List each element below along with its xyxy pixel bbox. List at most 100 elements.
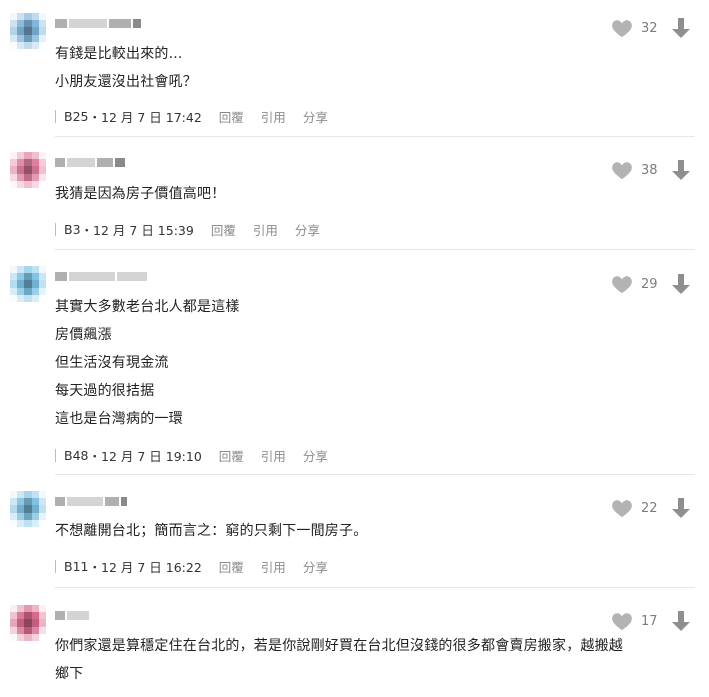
avatar-pixel bbox=[17, 159, 25, 167]
avatar[interactable] bbox=[10, 266, 46, 302]
quote-button[interactable]: 引用 bbox=[253, 220, 278, 239]
comment-line: 我猜是因為房子價值高吧！ bbox=[55, 186, 226, 202]
divider bbox=[55, 249, 695, 250]
arrow-down-icon[interactable] bbox=[671, 497, 691, 519]
avatar-pixel bbox=[31, 173, 39, 181]
heart-icon[interactable] bbox=[611, 498, 633, 518]
avatar-pixel bbox=[31, 180, 39, 188]
heart-icon[interactable] bbox=[611, 18, 633, 38]
comment-line: 鄉下 bbox=[55, 666, 84, 682]
arrow-down-icon[interactable] bbox=[671, 17, 691, 39]
avatar-pixel bbox=[31, 605, 39, 613]
divider bbox=[55, 474, 695, 475]
avatar-pixel bbox=[10, 13, 18, 21]
avatar-pixel bbox=[38, 280, 46, 288]
avatar-pixel bbox=[10, 173, 18, 181]
quote-button[interactable]: 引用 bbox=[261, 107, 286, 126]
arrow-down-icon[interactable] bbox=[671, 273, 691, 295]
avatar-pixel bbox=[24, 173, 32, 181]
avatar-pixel bbox=[10, 280, 18, 288]
avatar-pixel bbox=[24, 41, 32, 49]
avatar-pixel bbox=[10, 605, 18, 613]
comment-meta: B48 ・ 12 月 7 日 19:10 回覆 引用 分享 bbox=[55, 446, 328, 465]
avatar-pixel bbox=[17, 152, 25, 160]
comment-line: 每天過的很拮据 bbox=[55, 383, 155, 399]
blurred-username[interactable] bbox=[55, 495, 127, 507]
avatar-pixel bbox=[24, 27, 32, 35]
avatar-pixel bbox=[31, 498, 39, 506]
heart-icon[interactable] bbox=[611, 611, 633, 631]
avatar-pixel bbox=[10, 633, 18, 641]
avatar-pixel bbox=[31, 273, 39, 281]
comment-line: 不想離開台北；簡而言之：窮的只剩下一間房子。 bbox=[55, 523, 368, 539]
blurred-username[interactable] bbox=[55, 156, 125, 168]
reply-button[interactable]: 回覆 bbox=[219, 557, 244, 576]
blurred-username[interactable] bbox=[55, 17, 141, 29]
comment-text: 有錢是比較出來的... 小朋友還沒出社會吼？ bbox=[55, 40, 197, 96]
comment-text: 不想離開台北；簡而言之：窮的只剩下一間房子。 bbox=[55, 517, 367, 545]
avatar-pixel bbox=[10, 505, 18, 513]
avatar-pixel bbox=[24, 498, 32, 506]
avatar-pixel bbox=[24, 505, 32, 513]
avatar-pixel bbox=[31, 280, 39, 288]
avatar-pixel bbox=[24, 273, 32, 281]
avatar-pixel bbox=[24, 612, 32, 620]
avatar-pixel bbox=[24, 266, 32, 274]
avatar-pixel bbox=[24, 633, 32, 641]
avatar-pixel bbox=[38, 633, 46, 641]
avatar-pixel bbox=[38, 498, 46, 506]
avatar-pixel bbox=[31, 626, 39, 634]
avatar-pixel bbox=[17, 13, 25, 21]
avatar-pixel bbox=[31, 287, 39, 295]
avatar-pixel bbox=[38, 626, 46, 634]
avatar[interactable] bbox=[10, 152, 46, 188]
heart-icon[interactable] bbox=[611, 274, 633, 294]
reply-button[interactable]: 回覆 bbox=[219, 107, 244, 126]
reply-button[interactable]: 回覆 bbox=[211, 220, 236, 239]
avatar-pixel bbox=[10, 294, 18, 302]
avatar-pixel bbox=[38, 287, 46, 295]
quote-button[interactable]: 引用 bbox=[261, 446, 286, 465]
comment-date: 12 月 7 日 19:10 bbox=[101, 449, 202, 464]
avatar-pixel bbox=[38, 27, 46, 35]
avatar-pixel bbox=[17, 619, 25, 627]
arrow-down-icon[interactable] bbox=[671, 610, 691, 632]
blurred-username[interactable] bbox=[55, 609, 89, 621]
avatar-pixel bbox=[10, 519, 18, 527]
avatar[interactable] bbox=[10, 605, 46, 641]
share-button[interactable]: 分享 bbox=[295, 220, 320, 239]
comment-text: 其實大多數老台北人都是這樣 房價飆漲 但生活沒有現金流 每天過的很拮据 這也是台… bbox=[55, 293, 240, 433]
avatar-pixel bbox=[38, 605, 46, 613]
avatar-pixel bbox=[24, 152, 32, 160]
meta-divider bbox=[55, 223, 60, 236]
avatar-pixel bbox=[24, 619, 32, 627]
avatar-pixel bbox=[17, 27, 25, 35]
avatar-pixel bbox=[24, 180, 32, 188]
date-separator: ・ bbox=[88, 560, 101, 575]
avatar-pixel bbox=[17, 519, 25, 527]
avatar-pixel bbox=[31, 159, 39, 167]
heart-icon[interactable] bbox=[611, 160, 633, 180]
meta-divider bbox=[55, 560, 60, 573]
share-button[interactable]: 分享 bbox=[303, 446, 328, 465]
avatar-pixel bbox=[10, 626, 18, 634]
reply-button[interactable]: 回覆 bbox=[219, 446, 244, 465]
avatar-pixel bbox=[38, 20, 46, 28]
date-separator: ・ bbox=[88, 449, 101, 464]
avatar[interactable] bbox=[10, 491, 46, 527]
avatar-pixel bbox=[38, 266, 46, 274]
avatar[interactable] bbox=[10, 13, 46, 49]
avatar-pixel bbox=[38, 180, 46, 188]
avatar-pixel bbox=[38, 619, 46, 627]
vote-group: 38 bbox=[611, 159, 691, 181]
arrow-down-icon[interactable] bbox=[671, 159, 691, 181]
quote-button[interactable]: 引用 bbox=[261, 557, 286, 576]
like-count: 22 bbox=[641, 500, 658, 516]
avatar-pixel bbox=[38, 166, 46, 174]
blurred-username[interactable] bbox=[55, 270, 147, 282]
share-button[interactable]: 分享 bbox=[303, 557, 328, 576]
avatar-pixel bbox=[24, 34, 32, 42]
avatar-pixel bbox=[10, 159, 18, 167]
share-button[interactable]: 分享 bbox=[303, 107, 328, 126]
avatar-pixel bbox=[24, 13, 32, 21]
